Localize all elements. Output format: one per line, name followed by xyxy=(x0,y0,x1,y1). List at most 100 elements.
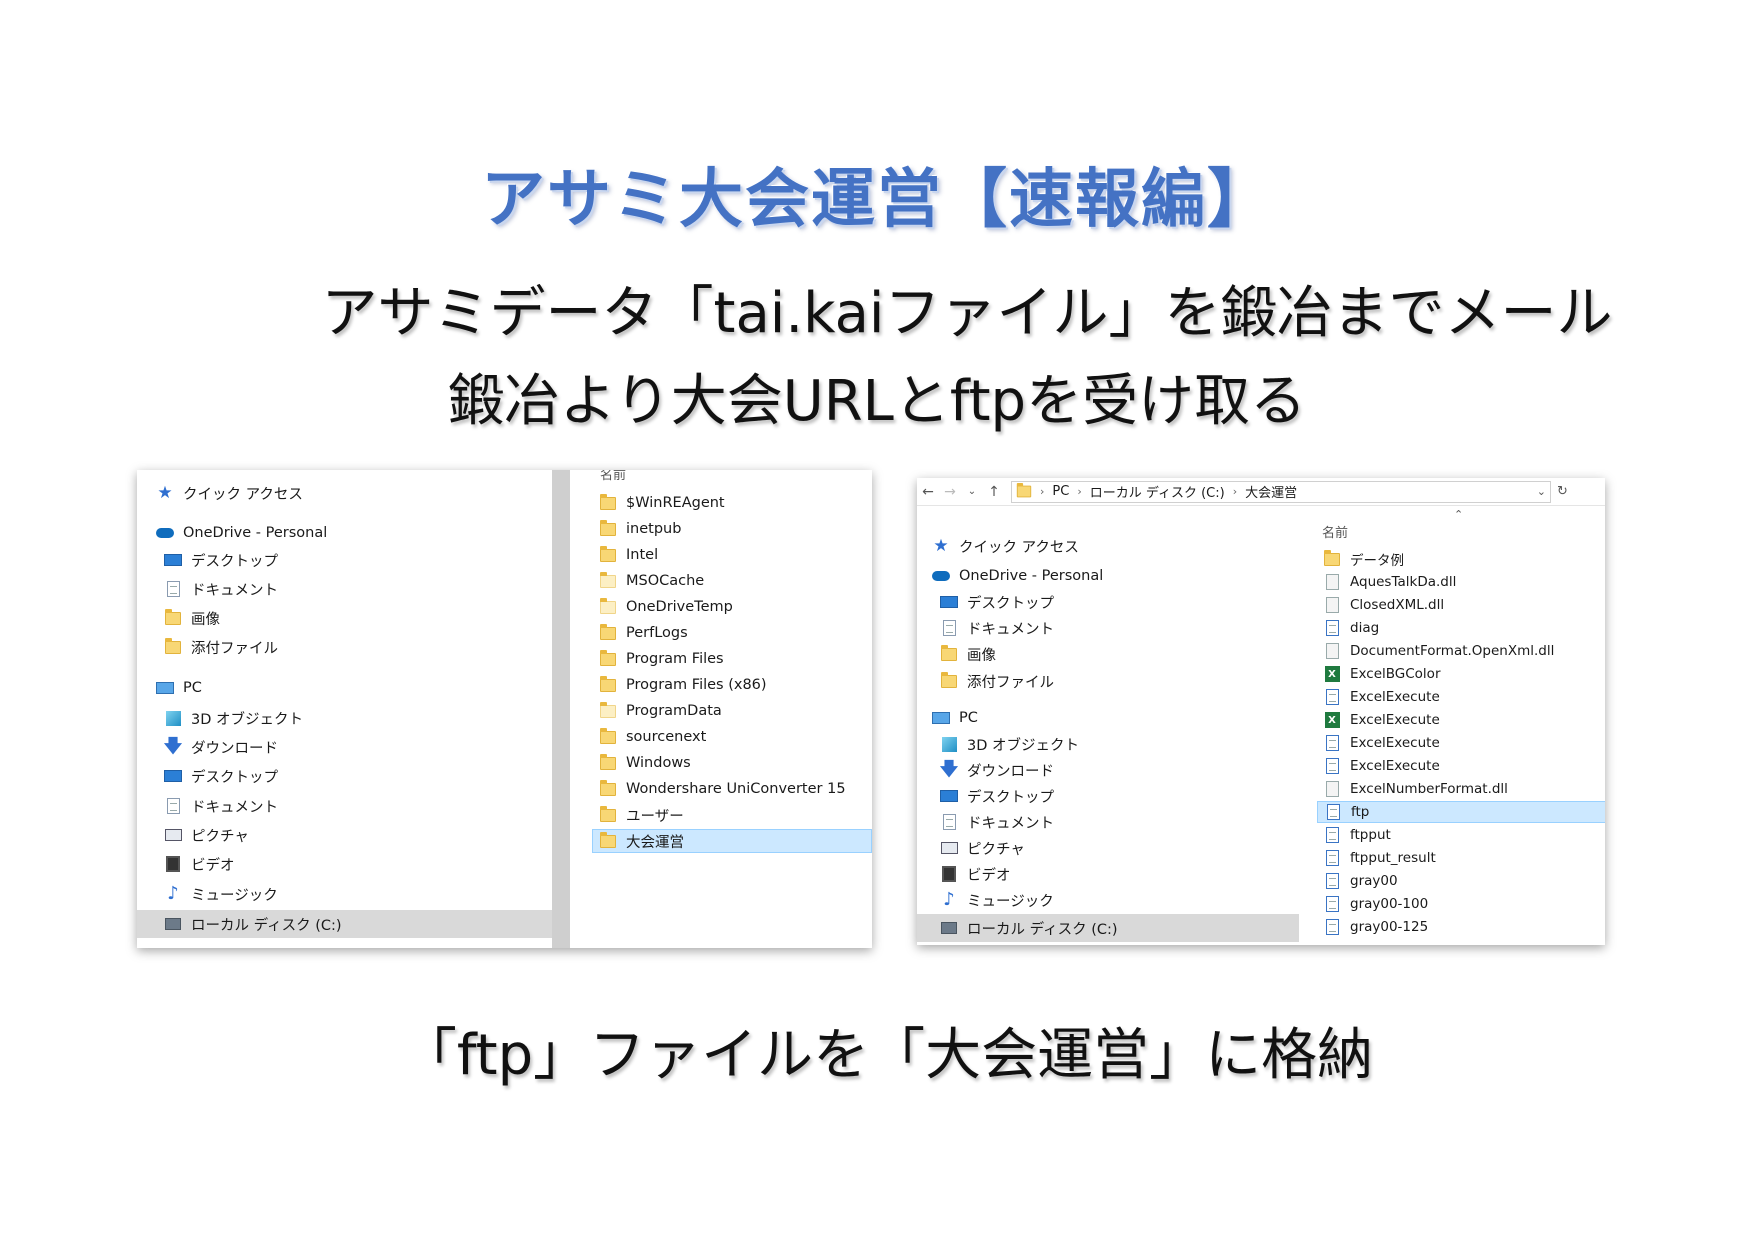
folder-icon xyxy=(599,701,617,720)
file-row[interactable]: ExcelNumberFormat.dll xyxy=(1323,778,1508,800)
folder-row[interactable]: sourcenext xyxy=(599,725,706,749)
file-row[interactable]: DocumentFormat.OpenXml.dll xyxy=(1323,640,1554,662)
file-name: diag xyxy=(1350,620,1380,636)
file-row[interactable]: AquesTalkDa.dll xyxy=(1323,571,1456,593)
up-arrow-icon[interactable]: ↑ xyxy=(983,484,1005,500)
folder-name: Windows xyxy=(626,755,691,771)
star-icon: ★ xyxy=(157,482,173,503)
folder-row[interactable]: Program Files (x86) xyxy=(599,673,767,697)
folder-row[interactable]: ユーザー xyxy=(599,803,684,827)
folder-row[interactable]: MSOCache xyxy=(599,569,704,593)
file-row[interactable]: ftpput xyxy=(1323,824,1391,846)
nav-item[interactable]: ドキュメント xyxy=(939,808,1054,836)
nav-item[interactable]: ドキュメント xyxy=(939,614,1054,642)
download-arrow-icon: 🡇 xyxy=(163,736,183,757)
file-row[interactable]: ClosedXML.dll xyxy=(1323,594,1444,616)
folder-row[interactable]: Program Files xyxy=(599,647,724,671)
file-row[interactable]: ftpput_result xyxy=(1323,847,1436,869)
file-row[interactable]: gray00 xyxy=(1323,870,1398,892)
nav-item[interactable]: ★ クイック アクセス xyxy=(155,479,303,507)
file-row[interactable]: ExcelExecute xyxy=(1323,732,1440,754)
file-row[interactable]: X ExcelExecute xyxy=(1323,709,1440,731)
folder-icon xyxy=(1323,549,1341,568)
nav-item[interactable]: 🡇 ダウンロード xyxy=(939,756,1054,784)
name-column-header[interactable]: 名前 xyxy=(600,470,626,483)
folder-icon xyxy=(599,753,617,772)
nav-item[interactable]: 画像 xyxy=(939,640,996,668)
nav-item[interactable]: ビデオ xyxy=(939,860,1011,888)
nav-item[interactable]: ドキュメント xyxy=(163,575,278,603)
cloud-icon xyxy=(155,524,175,542)
folder-row[interactable]: inetpub xyxy=(599,517,681,541)
nav-item[interactable]: PC xyxy=(931,704,978,732)
nav-item-label: PC xyxy=(183,680,202,696)
file-row[interactable]: ftp xyxy=(1317,801,1605,823)
file-row[interactable]: diag xyxy=(1323,617,1379,639)
nav-item[interactable]: PC xyxy=(155,674,202,702)
instruction-line-1: アサミデータ「tai.kaiファイル」を鍛冶までメール xyxy=(321,281,1613,346)
nav-item-label: ドキュメント xyxy=(967,815,1054,832)
file-icon xyxy=(1323,734,1341,752)
breadcrumb-pc[interactable]: PC xyxy=(1052,484,1069,499)
folder-icon xyxy=(599,623,617,642)
nav-item[interactable]: OneDrive - Personal xyxy=(155,519,327,547)
nav-item-label: デスクトップ xyxy=(191,769,278,786)
dll-icon xyxy=(1323,780,1341,798)
folder-name: MSOCache xyxy=(626,573,705,589)
nav-item-label: 添付ファイル xyxy=(967,674,1054,691)
folder-row[interactable]: Wondershare UniConverter 15 xyxy=(599,777,846,801)
file-row[interactable]: ExcelExecute xyxy=(1323,686,1440,708)
folder-row[interactable]: $WinREAgent xyxy=(599,491,725,515)
forward-arrow-icon[interactable]: → xyxy=(939,484,961,500)
folder-row[interactable]: Intel xyxy=(599,543,658,567)
refresh-icon[interactable]: ↻ xyxy=(1557,484,1568,499)
recent-chevron-icon[interactable]: ⌄ xyxy=(961,486,983,497)
nav-item[interactable]: デスクトップ xyxy=(939,588,1054,616)
nav-item[interactable]: ★ クイック アクセス xyxy=(931,532,1079,560)
video-icon xyxy=(163,855,183,873)
folder-icon xyxy=(1016,482,1032,498)
folder-row[interactable]: Windows xyxy=(599,751,691,775)
nav-item[interactable]: デスクトップ xyxy=(939,782,1054,810)
nav-item[interactable]: 添付ファイル xyxy=(163,633,278,661)
nav-item[interactable]: 添付ファイル xyxy=(939,667,1054,695)
file-icon xyxy=(1323,826,1341,844)
nav-item[interactable]: デスクトップ xyxy=(163,546,278,574)
file-name: ExcelExecute xyxy=(1350,735,1440,751)
nav-pane-scrollbar[interactable] xyxy=(552,470,570,948)
folder-row[interactable]: OneDriveTemp xyxy=(599,595,733,619)
nav-item[interactable]: ドキュメント xyxy=(163,792,278,820)
chevron-down-icon[interactable]: ⌄ xyxy=(1537,485,1546,498)
folder-row[interactable]: 大会運営 xyxy=(592,829,872,853)
file-row[interactable]: gray00-100 xyxy=(1323,893,1428,915)
nav-item[interactable]: 画像 xyxy=(163,604,220,632)
excel-icon: X xyxy=(1323,711,1341,729)
folder-icon xyxy=(163,637,183,656)
nav-item[interactable]: OneDrive - Personal xyxy=(931,562,1103,590)
file-row[interactable]: X ExcelBGColor xyxy=(1323,663,1441,685)
nav-item[interactable]: 3D オブジェクト xyxy=(163,704,303,732)
folder-row[interactable]: ProgramData xyxy=(599,699,722,723)
nav-item[interactable]: ピクチャ xyxy=(163,821,249,849)
nav-item[interactable]: ♪ ミュージック xyxy=(939,886,1053,914)
file-row[interactable]: データ例 xyxy=(1323,548,1404,570)
file-row[interactable]: ExcelExecute xyxy=(1323,755,1440,777)
file-row[interactable]: gray00-125 xyxy=(1323,916,1428,938)
nav-item[interactable]: 🡇 ダウンロード xyxy=(163,733,278,761)
nav-item[interactable]: デスクトップ xyxy=(163,762,278,790)
nav-item[interactable]: 3D オブジェクト xyxy=(939,730,1079,758)
folder-icon xyxy=(599,805,617,824)
back-arrow-icon[interactable]: ← xyxy=(917,484,939,500)
nav-item[interactable]: ピクチャ xyxy=(939,834,1025,862)
address-path-box[interactable]: › PC › ローカル ディスク (C:) › 大会運営 ⌄ xyxy=(1011,480,1551,503)
nav-item[interactable]: ♪ ミュージック xyxy=(163,880,277,908)
folder-name: Program Files xyxy=(626,651,724,667)
nav-item[interactable]: ビデオ xyxy=(163,850,235,878)
name-column-header[interactable]: 名前 xyxy=(1322,522,1348,541)
nav-item-label: 3D オブジェクト xyxy=(967,737,1079,754)
nav-item[interactable]: ローカル ディスク (C:) xyxy=(917,914,1299,942)
folder-row[interactable]: PerfLogs xyxy=(599,621,688,645)
nav-item[interactable]: ローカル ディスク (C:) xyxy=(137,910,552,938)
breadcrumb-local-disk[interactable]: ローカル ディスク (C:) xyxy=(1090,482,1225,501)
breadcrumb-current-folder[interactable]: 大会運営 xyxy=(1245,482,1297,501)
